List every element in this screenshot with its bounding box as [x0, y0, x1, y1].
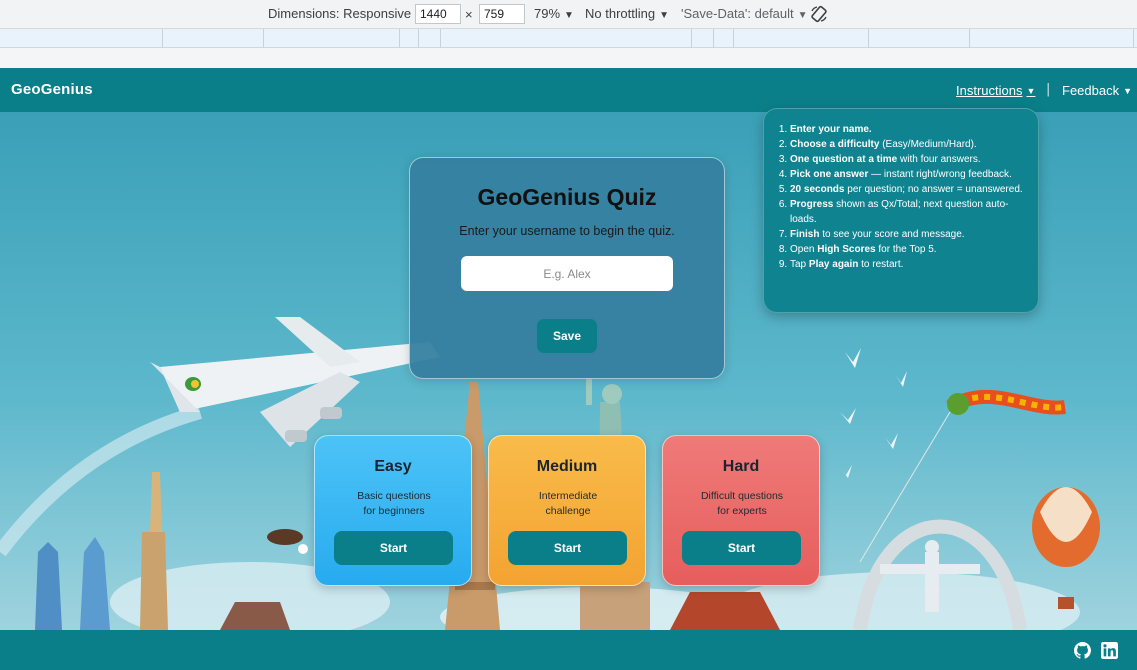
difficulty-card-easy: Easy Basic questions for beginners Start	[314, 435, 472, 586]
username-input[interactable]	[461, 256, 673, 291]
caret-down-icon: ▼	[1026, 86, 1036, 96]
difficulty-description: Intermediate challenge	[538, 490, 598, 517]
instruction-item: Enter your name.	[790, 122, 1024, 137]
brand-logo[interactable]: GeoGenius	[11, 81, 93, 98]
viewport-gap	[0, 48, 1137, 68]
save-data-label: 'Save-Data': default	[681, 6, 794, 21]
difficulty-card-hard: Hard Difficult questions for experts Star…	[662, 435, 820, 586]
instruction-item: Open High Scores for the Top 5.	[790, 242, 1024, 257]
chevron-down-icon: ▼	[564, 10, 574, 21]
caret-down-icon: ▼	[1123, 86, 1133, 96]
times-sign: ×	[465, 7, 473, 22]
throttling-dropdown[interactable]: No throttling ▼	[585, 6, 669, 21]
dimensions-label: Dimensions: Responsive	[268, 6, 412, 21]
instruction-item: 20 seconds per question; no answer = una…	[790, 182, 1024, 197]
nav-feedback-label: Feedback	[1062, 83, 1120, 98]
difficulty-title: Easy	[374, 458, 412, 475]
quiz-start-card: GeoGenius Quiz Enter your username to be…	[409, 157, 725, 379]
nav-instructions-label: Instructions	[956, 83, 1023, 98]
height-input[interactable]	[479, 4, 525, 24]
rotate-icon[interactable]	[810, 5, 828, 23]
difficulty-card-medium: Medium Intermediate challenge Start	[488, 435, 646, 586]
instruction-item: Pick one answer — instant right/wrong fe…	[790, 167, 1024, 182]
width-input[interactable]	[415, 4, 461, 24]
instructions-panel: Enter your name.Choose a difficulty (Eas…	[763, 108, 1039, 313]
difficulty-title: Medium	[536, 458, 598, 475]
zoom-dropdown[interactable]: 79% ▼	[534, 6, 574, 21]
start-easy-button[interactable]: Start	[334, 531, 453, 565]
app-viewport: GeoGenius Instructions ▼ | Feedback ▼ GeoG…	[0, 68, 1137, 670]
nav-separator: |	[1046, 82, 1051, 97]
instruction-item: Finish to see your score and message.	[790, 227, 1024, 242]
linkedin-icon[interactable]	[1101, 642, 1118, 659]
instruction-item: Progress shown as Qx/Total; next questio…	[790, 197, 1024, 227]
footer	[0, 630, 1137, 670]
instruction-item: Tap Play again to restart.	[790, 257, 1024, 272]
devtools-device-toolbar: Dimensions: Responsive▼ × 79%▼ No thrott…	[0, 0, 1137, 29]
quiz-subtitle: Enter your username to begin the quiz.	[459, 224, 675, 238]
save-button[interactable]: Save	[537, 319, 597, 353]
nav-feedback-dropdown[interactable]: Feedback ▼	[1062, 83, 1132, 98]
start-hard-button[interactable]: Start	[682, 531, 801, 565]
instruction-item: One question at a time with four answers…	[790, 152, 1024, 167]
instructions-list: Enter your name.Choose a difficulty (Eas…	[776, 122, 1024, 272]
nav-instructions-dropdown[interactable]: Instructions ▼	[956, 83, 1035, 98]
chevron-down-icon: ▼	[659, 10, 669, 21]
save-data-dropdown[interactable]: 'Save-Data': default ▼	[681, 6, 808, 21]
quiz-title: GeoGenius Quiz	[477, 184, 657, 210]
difficulty-description: Difficult questions for experts	[700, 490, 784, 517]
media-query-ruler	[0, 29, 1137, 48]
throttling-label: No throttling	[585, 6, 656, 21]
chevron-down-icon: ▼	[797, 10, 808, 21]
difficulty-description: Basic questions for beginners	[357, 490, 431, 517]
start-medium-button[interactable]: Start	[508, 531, 627, 565]
difficulty-title: Hard	[722, 458, 760, 475]
dimensions-dropdown[interactable]: Dimensions: Responsive▼	[268, 6, 425, 21]
instruction-item: Choose a difficulty (Easy/Medium/Hard).	[790, 137, 1024, 152]
navbar: GeoGenius Instructions ▼ | Feedback ▼	[0, 68, 1137, 112]
zoom-label: 79%	[534, 6, 561, 21]
github-icon[interactable]	[1074, 642, 1091, 659]
